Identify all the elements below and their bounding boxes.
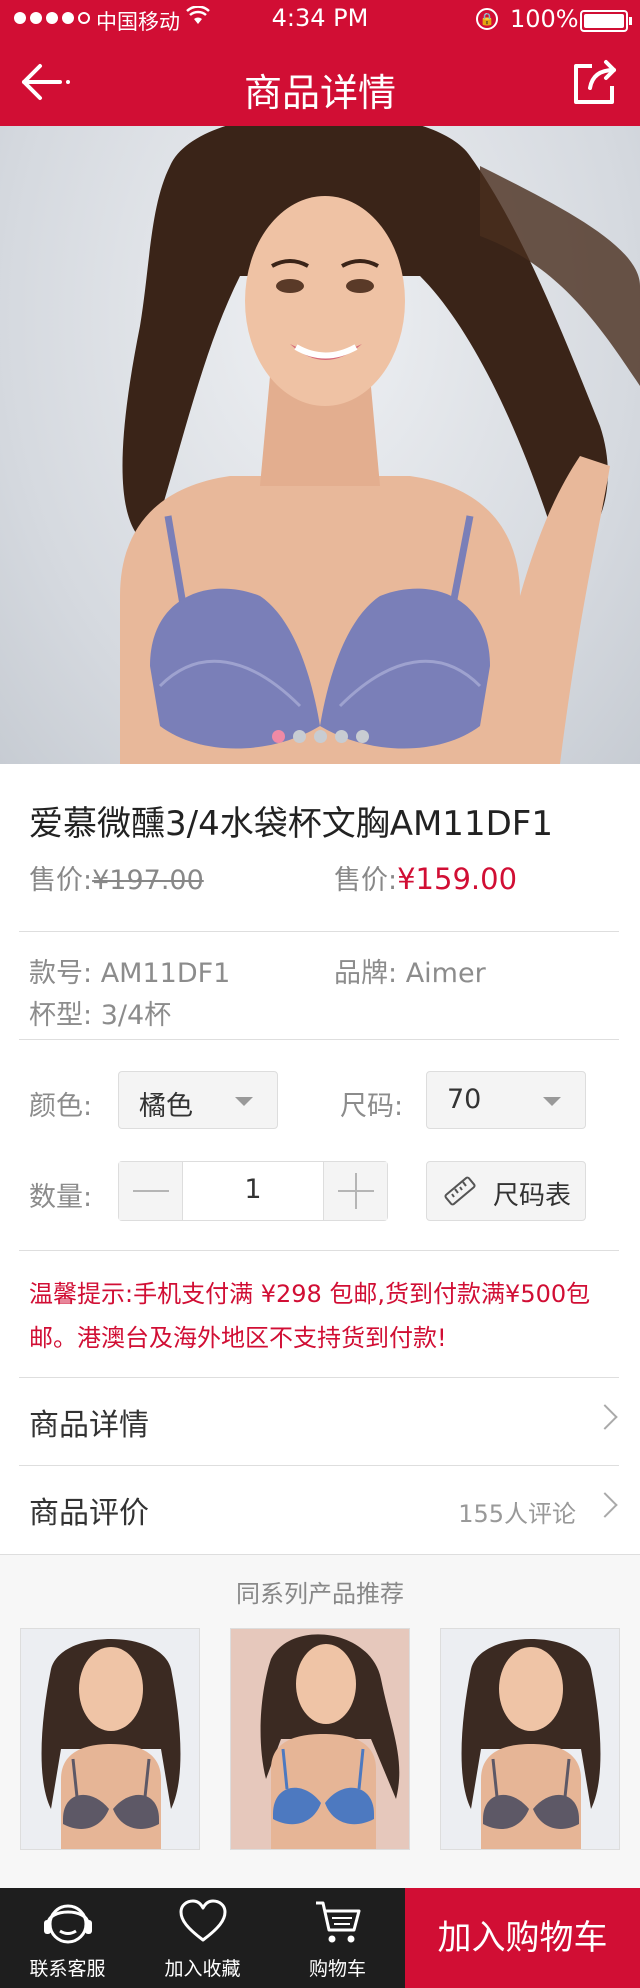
chevron-right-icon [592, 1492, 618, 1518]
carousel-dot[interactable] [292, 730, 306, 743]
cart-button[interactable]: 购物车 [270, 1888, 405, 1988]
reviews-count: 155人评论 [458, 1500, 576, 1528]
carousel-dot[interactable] [355, 730, 369, 743]
color-label: 颜色: [29, 1091, 93, 1122]
sale-price-value: ¥159.00 [397, 862, 518, 896]
style-number-value: AM11DF1 [100, 958, 231, 989]
brand-label: 品牌: [334, 958, 398, 989]
quantity-value[interactable]: 1 [183, 1174, 323, 1205]
recommended-product-image [21, 1629, 199, 1849]
size-select-value: 70 [447, 1084, 482, 1115]
heart-icon [179, 1899, 227, 1942]
product-details-link[interactable]: 商品详情 [0, 1378, 640, 1464]
cup-type-value: 3/4杯 [100, 1000, 172, 1031]
recommended-product[interactable] [230, 1628, 410, 1850]
share-icon[interactable] [570, 58, 620, 108]
divider [19, 1250, 619, 1251]
product-reviews-label: 商品评价 [29, 1496, 149, 1531]
style-number: 款号: AM11DF1 [29, 951, 230, 990]
product-reviews-link[interactable]: 商品评价 155人评论 [0, 1466, 640, 1552]
rotation-lock-icon: 🔒 [476, 8, 498, 30]
battery-icon [580, 10, 632, 32]
cart-label: 购物车 [308, 1958, 366, 1980]
product-name: 爱慕微醺3/4水袋杯文胸AM11DF1 [29, 804, 553, 844]
color-select[interactable]: 橘色 [118, 1071, 278, 1129]
original-price-label: 售价: [29, 865, 93, 896]
chevron-down-icon [543, 1097, 561, 1106]
size-select[interactable]: 70 [426, 1071, 586, 1129]
contact-service-label: 联系客服 [29, 1958, 106, 1980]
page-title: 商品详情 [243, 71, 396, 115]
increment-button[interactable] [323, 1162, 387, 1220]
add-favorite-button[interactable]: 加入收藏 [135, 1888, 270, 1988]
size-label: 尺码: [340, 1091, 404, 1122]
cup-type: 杯型: 3/4杯 [29, 993, 171, 1032]
style-number-label: 款号: [29, 958, 93, 989]
brand-value: Aimer [405, 958, 486, 989]
product-photo [120, 126, 640, 764]
size-chart-label: 尺码表 [493, 1181, 572, 1211]
recommendations-title: 同系列产品推荐 [236, 1580, 404, 1608]
product-details-label: 商品详情 [29, 1408, 149, 1443]
sale-price: 售价:¥159.00 [334, 858, 517, 897]
decrement-button[interactable] [119, 1162, 183, 1220]
shopping-cart-icon [316, 1901, 361, 1943]
carousel-dot[interactable] [313, 730, 327, 743]
chevron-down-icon [235, 1097, 253, 1106]
carousel-dot[interactable] [334, 730, 348, 743]
recommended-product-image [441, 1629, 619, 1849]
cup-type-label: 杯型: [29, 1000, 93, 1031]
header-bar: 商品详情 [0, 40, 640, 126]
sale-price-label: 售价: [334, 865, 398, 896]
status-bar: 中国移动 4:34 PM 🔒 100% [0, 0, 640, 40]
carousel-indicator [0, 730, 640, 743]
add-favorite-label: 加入收藏 [164, 1958, 241, 1980]
battery-percent: 100% [510, 5, 579, 33]
shipping-notice: 温馨提示:手机支付满 ¥298 包邮,货到付款满¥500包邮。港澳台及海外地区不… [29, 1280, 591, 1352]
product-image-carousel[interactable] [0, 126, 640, 764]
divider [19, 1039, 619, 1040]
add-to-cart-button[interactable]: 加入购物车 [405, 1888, 640, 1988]
original-price: 售价:¥197.00 [29, 858, 204, 897]
chevron-right-icon [592, 1404, 618, 1430]
size-chart-button[interactable]: 尺码表 [426, 1161, 586, 1221]
ruler-icon [444, 1176, 476, 1206]
bottom-action-bar: 联系客服 加入收藏 购物车 加入购物车 [0, 1888, 640, 1988]
recommended-product[interactable] [20, 1628, 200, 1850]
quantity-label: 数量: [29, 1182, 93, 1213]
recommended-product[interactable] [440, 1628, 620, 1850]
color-select-value: 橘色 [139, 1091, 193, 1122]
quantity-stepper: 1 [118, 1161, 388, 1221]
brand: 品牌: Aimer [334, 951, 486, 990]
original-price-value: ¥197.00 [92, 865, 204, 896]
contact-service-button[interactable]: 联系客服 [0, 1888, 135, 1988]
recommended-product-image [231, 1629, 409, 1849]
headset-icon [44, 1904, 92, 1944]
divider [19, 931, 619, 932]
carousel-dot[interactable] [271, 730, 285, 743]
